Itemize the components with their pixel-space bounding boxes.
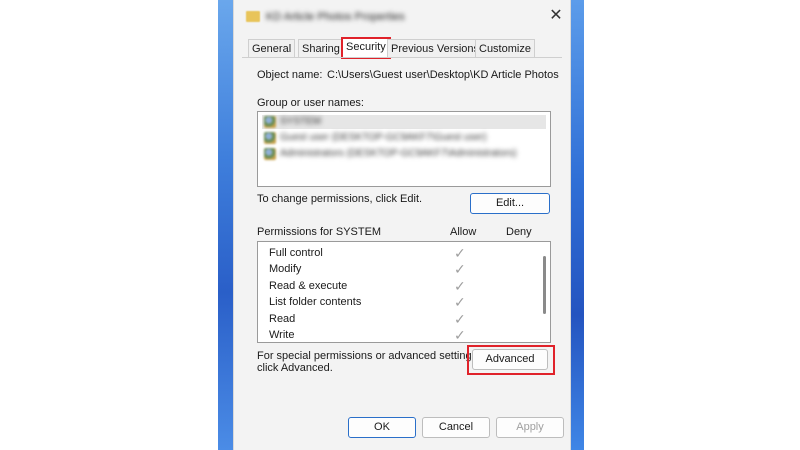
permissions-scrollbar[interactable] [540,242,549,342]
allow-check-icon: ✓ [454,261,466,277]
allow-check-icon: ✓ [454,311,466,327]
tab-strip: General Sharing Security Previous Versio… [242,37,562,59]
scrollbar-thumb[interactable] [543,256,546,314]
title-bar[interactable]: KD Article Photos Properties ✕ [234,0,570,36]
advanced-button[interactable]: Advanced [472,349,548,370]
permission-name: List folder contents [269,296,362,308]
edit-button[interactable]: Edit... [470,193,550,214]
permission-row: List folder contents ✓ [269,294,539,310]
permissions-for-label: Permissions for SYSTEM [257,226,382,238]
tab-divider [242,57,562,58]
user-group-icon [264,148,276,160]
allow-check-icon: ✓ [454,294,466,310]
change-permissions-text: To change permissions, click Edit. [257,193,423,205]
user-name: Administrators (DESKTOP-GC9AKF7\Administ… [280,148,517,159]
permission-row: Read & execute ✓ [269,278,539,294]
allow-check-icon: ✓ [454,278,466,294]
tab-general[interactable]: General [248,39,296,58]
allow-header: Allow [450,226,477,238]
properties-dialog: KD Article Photos Properties ✕ General S… [234,0,570,450]
ok-button[interactable]: OK [348,417,416,438]
permission-name: Modify [269,263,302,275]
special-permissions-text: For special permissions or advanced sett… [257,350,481,362]
window-title: KD Article Photos Properties [266,11,405,23]
apply-button[interactable]: Apply [496,417,564,438]
user-row-administrators[interactable]: Administrators (DESKTOP-GC9AKF7\Administ… [262,147,546,161]
user-icon [264,132,276,144]
user-list[interactable]: SYSTEM Guest user (DESKTOP-GC9AKF7\Guest… [257,111,551,187]
wallpaper-right [570,0,584,450]
tab-security[interactable]: Security [341,37,391,59]
user-row-system[interactable]: SYSTEM [262,115,546,129]
permission-name: Full control [269,247,323,259]
user-group-icon [264,116,276,128]
wallpaper-left [218,0,234,450]
deny-header: Deny [506,226,532,238]
cancel-button[interactable]: Cancel [422,417,490,438]
dialog-footer: OK Cancel Apply [234,405,570,450]
tab-sharing[interactable]: Sharing [298,39,344,58]
allow-check-icon: ✓ [454,327,466,343]
permission-name: Write [269,329,295,341]
permissions-list[interactable]: Full control ✓ Modify ✓ Read & execute ✓… [257,241,551,343]
object-name-label: Object name: [257,69,323,81]
special-permissions-text-2: click Advanced. [257,362,333,374]
permission-row: Read ✓ [269,311,539,327]
close-button[interactable]: ✕ [548,8,564,24]
tab-previous-versions[interactable]: Previous Versions [387,39,484,58]
user-name: SYSTEM [280,116,322,127]
folder-icon [246,11,260,22]
group-label: Group or user names: [257,97,364,109]
permission-row: Full control ✓ [269,245,539,261]
permission-row: Modify ✓ [269,261,539,277]
permission-name: Read & execute [269,280,348,292]
user-row-guest[interactable]: Guest user (DESKTOP-GC9AKF7\Guest user) [262,131,546,145]
permission-row: Write ✓ [269,327,539,343]
user-name: Guest user (DESKTOP-GC9AKF7\Guest user) [280,132,487,143]
permission-name: Read [269,313,296,325]
allow-check-icon: ✓ [454,245,466,261]
tab-customize[interactable]: Customize [475,39,535,58]
object-name-value: C:\Users\Guest user\Desktop\KD Article P… [327,69,559,81]
